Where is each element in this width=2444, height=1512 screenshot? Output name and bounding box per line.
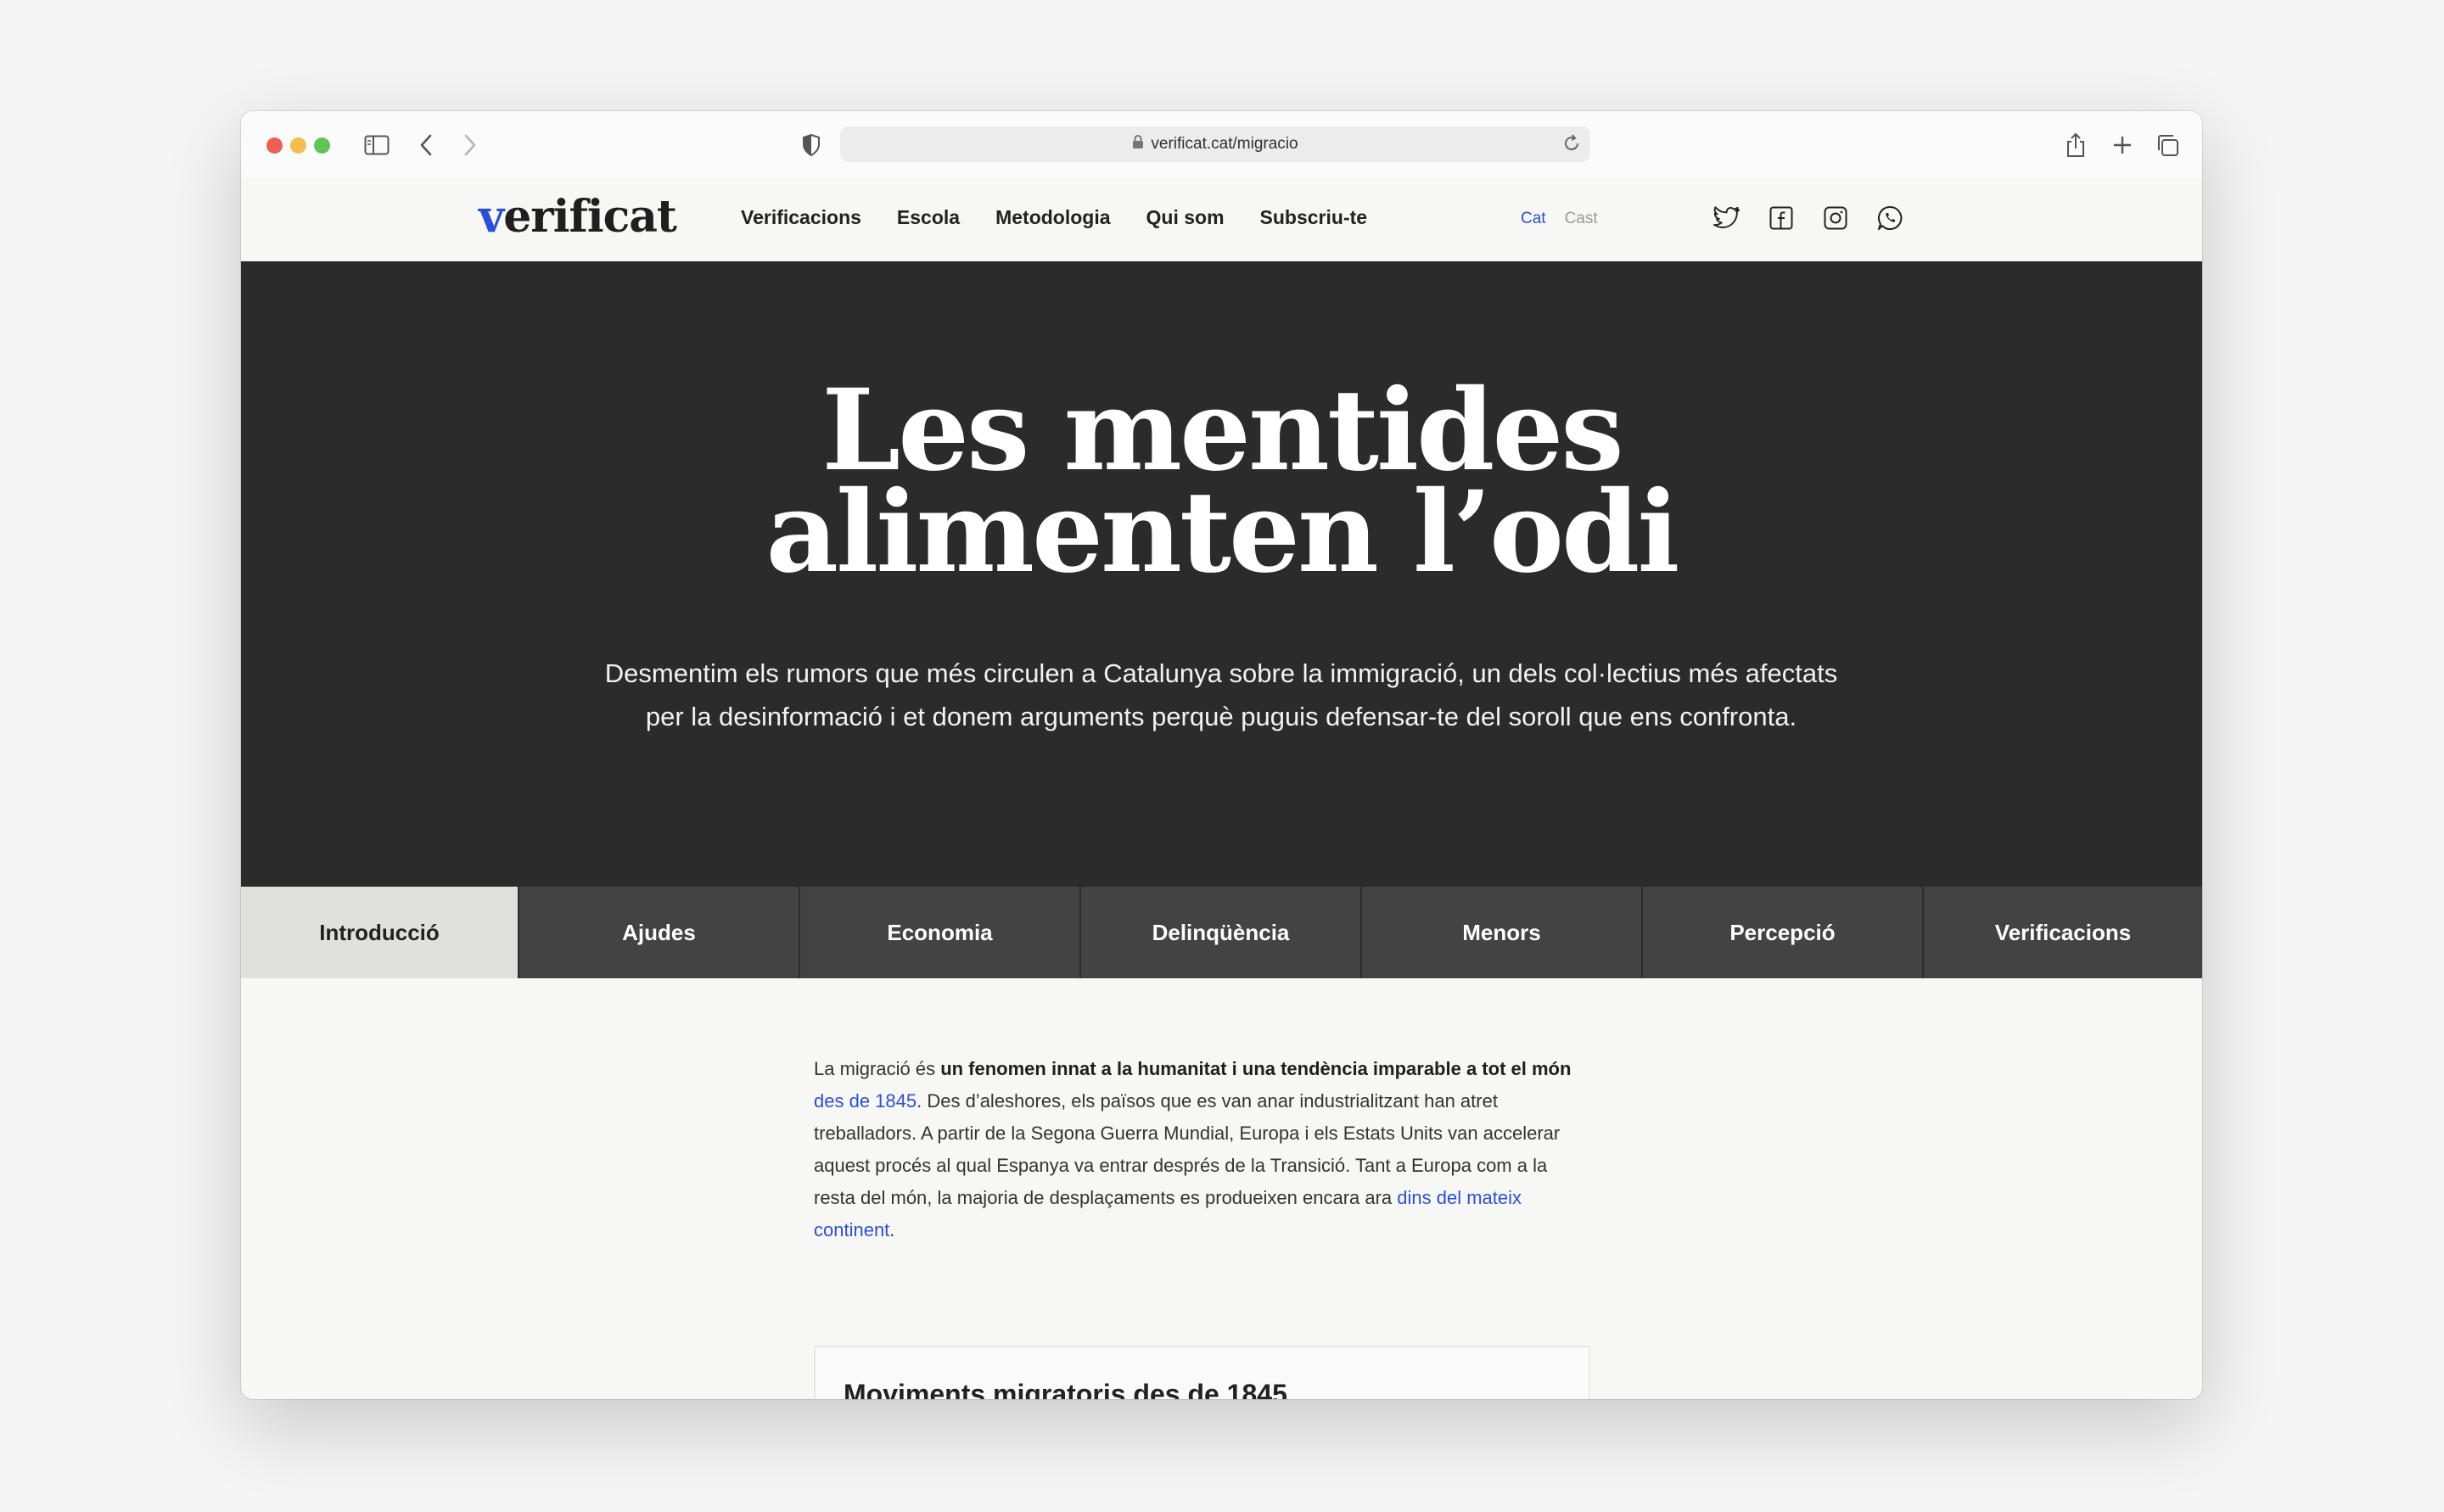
tab-delinquencia[interactable]: Delinqüència	[1079, 887, 1360, 978]
section-tabs: Introducció Ajudes Economia Delinqüència…	[241, 887, 2202, 978]
site-header: verificat Verificacions Escola Metodolog…	[241, 177, 2202, 262]
forward-icon[interactable]	[455, 130, 485, 160]
social-links	[1712, 203, 1905, 233]
minimize-window-button[interactable]	[290, 137, 306, 154]
tab-percepcio[interactable]: Percepció	[1641, 887, 1922, 978]
hero-subtitle: Desmentim els rumors que més circulen a …	[604, 658, 1838, 731]
whatsapp-icon[interactable]	[1875, 203, 1905, 233]
nav-item-escola[interactable]: Escola	[897, 206, 960, 229]
reload-icon[interactable]	[1561, 133, 1582, 159]
new-tab-icon[interactable]	[2107, 130, 2138, 160]
site-logo[interactable]: verificat	[479, 191, 677, 243]
nav-item-metodologia[interactable]: Metodologia	[995, 206, 1110, 229]
browser-window: verificat.cat/migracio verificat Verific…	[241, 111, 2202, 1399]
instagram-icon[interactable]	[1820, 203, 1851, 233]
back-icon[interactable]	[411, 130, 441, 160]
hero-title: Les mentides alimenten l’odi	[765, 365, 1680, 598]
tab-ajudes[interactable]: Ajudes	[518, 887, 799, 978]
lang-cat-link[interactable]: Cat	[1521, 210, 1546, 228]
tab-economia[interactable]: Economia	[799, 887, 1079, 978]
url-text: verificat.cat/migracio	[1151, 135, 1298, 153]
intro-paragraph: La migració és un fenomen innat a la hum…	[814, 1058, 1572, 1240]
sidebar-toggle-icon[interactable]	[362, 130, 392, 160]
privacy-shield-icon[interactable]	[796, 130, 827, 160]
nav-item-verificacions[interactable]: Verificacions	[741, 206, 861, 229]
browser-toolbar: verificat.cat/migracio	[241, 111, 2202, 178]
tab-verificacions[interactable]: Verificacions	[1922, 887, 2202, 978]
language-switcher: Cat Cast	[1521, 210, 1598, 228]
migration-chart-card: Moviments migratoris des de 1845	[814, 1346, 1590, 1399]
nav-item-qui-som[interactable]: Qui som	[1146, 206, 1225, 229]
link-des-de-1845[interactable]: des de 1845	[814, 1090, 916, 1112]
tab-overview-icon[interactable]	[2152, 130, 2183, 160]
tab-introduccio[interactable]: Introducció	[241, 887, 518, 978]
lang-cast-link[interactable]: Cast	[1565, 210, 1598, 228]
facebook-icon[interactable]	[1766, 203, 1797, 233]
lock-icon	[1132, 134, 1144, 154]
tab-menors[interactable]: Menors	[1360, 887, 1641, 978]
share-icon[interactable]	[2060, 130, 2091, 160]
intro-highlight: un fenomen innat a la humanitat i una te…	[940, 1058, 1572, 1079]
card-title: Moviments migratoris des de 1845	[844, 1379, 1287, 1399]
maximize-window-button[interactable]	[314, 137, 330, 154]
nav-item-subscriu-te[interactable]: Subscriu-te	[1260, 206, 1368, 229]
address-bar[interactable]: verificat.cat/migracio	[840, 126, 1590, 162]
main-nav: Verificacions Escola Metodologia Qui som…	[741, 206, 1367, 229]
hero-section: Les mentides alimenten l’odi Desmentim e…	[241, 261, 2202, 887]
twitter-icon[interactable]	[1712, 203, 1742, 233]
close-window-button[interactable]	[266, 137, 283, 154]
